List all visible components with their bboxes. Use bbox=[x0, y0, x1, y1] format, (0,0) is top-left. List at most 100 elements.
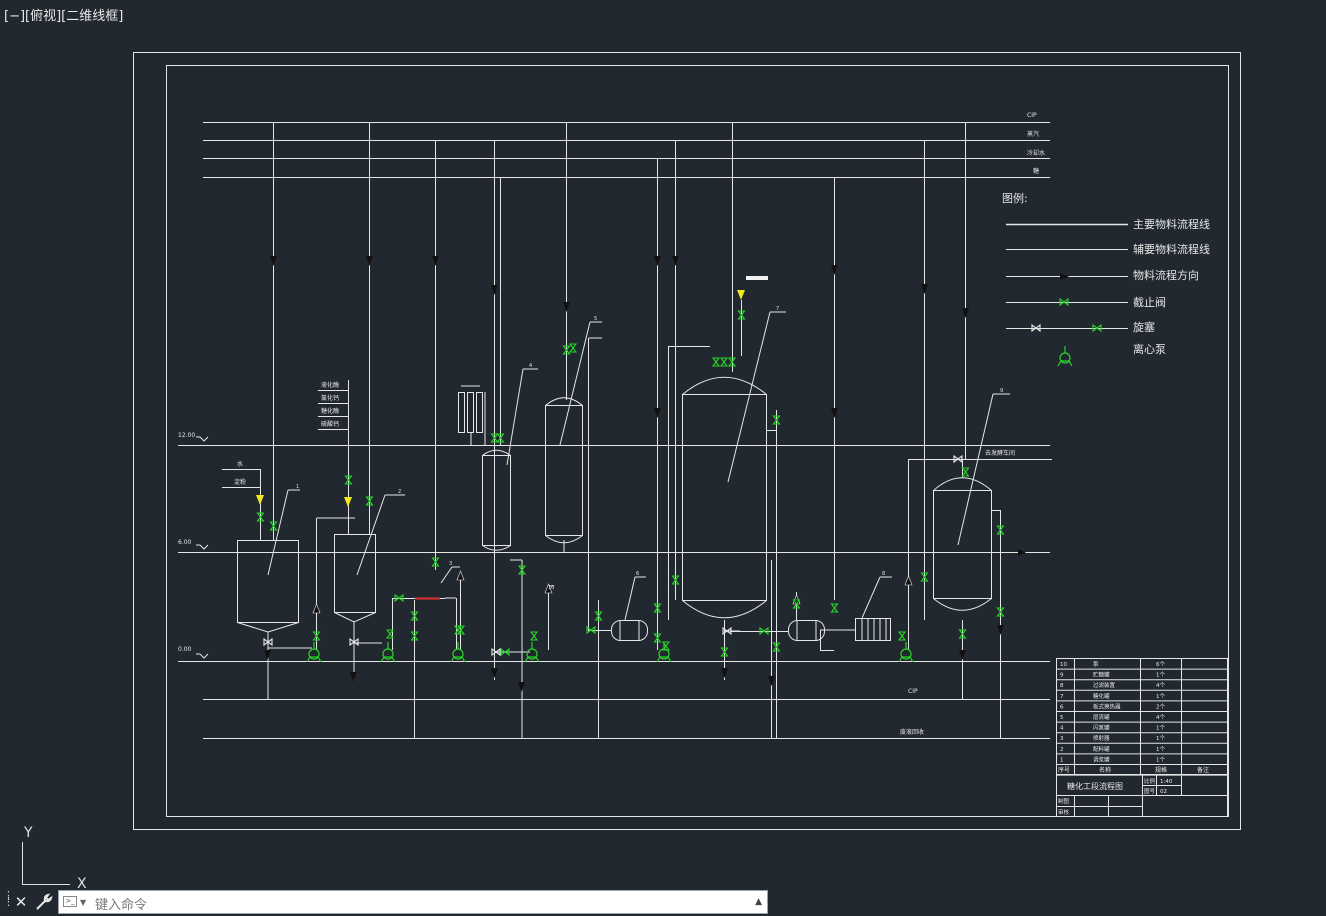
centrifugal-pump-icon bbox=[898, 642, 914, 663]
tb-drawn-by: 制图 bbox=[1058, 797, 1070, 805]
title-block-cell: 4个 bbox=[1156, 714, 1165, 721]
title-block-cell: 喷射器 bbox=[1093, 734, 1110, 742]
legend-item-plug-valve: 旋塞 bbox=[1133, 320, 1155, 334]
process-pipes bbox=[268, 575, 740, 653]
title-block-cell: 1个 bbox=[1156, 746, 1165, 753]
cad-drawing-canvas[interactable]: CIP 蒸汽 冷却水 糖 图例: 主要物料流程线 辅要物料流程线 物料流程方向 … bbox=[0, 0, 1326, 916]
additive-lines bbox=[222, 380, 349, 540]
centrifugal-pump-icon bbox=[1057, 346, 1073, 367]
tb-header-no: 序号 bbox=[1058, 766, 1070, 774]
title-block-cell: 6个 bbox=[1156, 661, 1165, 668]
utility-headers bbox=[203, 122, 1050, 178]
title-block-cell: 10 bbox=[1060, 662, 1067, 668]
close-icon[interactable]: ✕ bbox=[12, 892, 30, 912]
elevation-6: 6.00 bbox=[178, 539, 192, 546]
elevation-0: 0.00 bbox=[178, 646, 192, 653]
title-block-cell: 5 bbox=[1060, 715, 1064, 721]
tb-sheet-value: 02 bbox=[1160, 789, 1167, 795]
legend-title: 图例: bbox=[1002, 191, 1028, 205]
additive-label-3: 糖化酶 bbox=[321, 407, 339, 415]
title-block-cell: 8 bbox=[1060, 683, 1064, 689]
tb-header-name: 名称 bbox=[1099, 766, 1111, 774]
title-block-cell: 1个 bbox=[1156, 672, 1165, 679]
flow-arrows-up bbox=[312, 570, 913, 614]
tb-drawing-title: 糖化工段流程图 bbox=[1067, 781, 1123, 791]
command-line-grip-handle[interactable]: ⋮ ⋮ bbox=[3, 890, 14, 911]
chevron-up-icon[interactable]: ▲ bbox=[755, 897, 762, 907]
globe-valve-icon bbox=[568, 343, 578, 353]
tb-checked-by: 审核 bbox=[1058, 808, 1070, 816]
tag-2: 2 bbox=[398, 489, 401, 495]
nozzle-plate bbox=[746, 276, 768, 280]
title-block-cell: 1个 bbox=[1156, 693, 1165, 700]
title-block-cell: 3 bbox=[1060, 736, 1064, 742]
tag-8: 8 bbox=[882, 571, 885, 577]
additive-label-1: 液化酶 bbox=[321, 381, 339, 389]
vessel-5-laminar bbox=[545, 321, 602, 630]
pump-layer bbox=[306, 346, 1073, 663]
command-prompt-icon[interactable]: >_ bbox=[63, 896, 77, 907]
additive-label-2: 氯化钙 bbox=[321, 394, 339, 402]
globe-valve-icon bbox=[719, 357, 729, 367]
tag-10: 10 bbox=[548, 585, 554, 591]
title-block-cell: 4个 bbox=[1156, 682, 1165, 689]
elevation-12: 12.00 bbox=[178, 432, 195, 439]
title-block-rows bbox=[1056, 668, 1228, 776]
title-block-cell: 7 bbox=[1060, 694, 1064, 700]
title-block-cell: 2个 bbox=[1156, 703, 1165, 710]
tag-3: 3 bbox=[449, 561, 452, 567]
centrifugal-pump-icon bbox=[524, 642, 540, 663]
tb-header-note: 备注 bbox=[1197, 766, 1209, 774]
inner-border bbox=[166, 65, 1229, 817]
legend-arrow-icon bbox=[1060, 273, 1069, 280]
utility-label-sugar: 糖 bbox=[1033, 167, 1039, 175]
command-line-bar: ⋮ ⋮ ✕ >_ ▼ 键入命令 ▲ bbox=[0, 889, 768, 915]
tank-2-batching bbox=[316, 494, 405, 680]
title-block-cell: 1 bbox=[1060, 757, 1064, 763]
centrifugal-pump-icon bbox=[656, 642, 672, 663]
tag-7: 7 bbox=[776, 306, 779, 312]
elevation-lines bbox=[178, 436, 1050, 739]
feed-label-water: 水 bbox=[237, 460, 243, 468]
tank-1-mixing bbox=[237, 489, 300, 700]
tb-header-spec: 规格 bbox=[1155, 766, 1167, 774]
globe-valve-icon bbox=[711, 357, 721, 367]
additive-label-4: 硫酸钙 bbox=[321, 420, 339, 428]
legend-item-globe-valve: 截止阀 bbox=[1133, 295, 1166, 309]
title-block-cell: 调浆罐 bbox=[1093, 755, 1110, 763]
drop-lines bbox=[273, 122, 966, 680]
valve-layer bbox=[256, 297, 1102, 657]
filter-8 bbox=[820, 576, 892, 651]
tb-scale-label: 比例 bbox=[1144, 777, 1156, 785]
ucs-icon bbox=[22, 842, 70, 885]
title-block-cell: 9 bbox=[1060, 673, 1064, 679]
globe-valve-icon bbox=[529, 631, 539, 641]
title-block-grid bbox=[1056, 658, 1228, 817]
outlet-label-fermentation: 去发酵车间 bbox=[985, 449, 1015, 457]
title-block-cell: 4 bbox=[1060, 726, 1064, 732]
title-block-cell: 配料罐 bbox=[1093, 745, 1110, 753]
command-input-placeholder: 键入命令 bbox=[95, 898, 148, 913]
ucs-y-axis-label: Y bbox=[24, 825, 33, 841]
feed-label-starch: 淀粉 bbox=[234, 478, 246, 486]
wrench-icon[interactable] bbox=[34, 892, 54, 912]
outlet-label-cip: CIP bbox=[908, 688, 918, 695]
centrifugal-pump-icon bbox=[306, 642, 322, 663]
legend-item-aux-line: 辅要物料流程线 bbox=[1133, 242, 1210, 256]
heat-exchanger-6b bbox=[730, 592, 825, 641]
title-block-cell: 泵 bbox=[1093, 661, 1099, 668]
tb-scale-value: 1:40 bbox=[1160, 779, 1173, 785]
command-input[interactable]: >_ ▼ 键入命令 ▲ bbox=[58, 890, 768, 914]
title-block-cell: 闪蒸罐 bbox=[1093, 724, 1110, 732]
tb-sheet-label: 图号 bbox=[1144, 787, 1156, 795]
title-block-cell: 贮糖罐 bbox=[1093, 671, 1110, 679]
title-block-cell: 2 bbox=[1060, 747, 1064, 753]
heat-exchanger-6a bbox=[588, 576, 648, 738]
chevron-down-icon[interactable]: ▼ bbox=[80, 898, 86, 907]
tag-6: 6 bbox=[636, 571, 639, 577]
utility-label-steam: 蒸汽 bbox=[1027, 130, 1039, 138]
legend-item-main-line: 主要物料流程线 bbox=[1133, 217, 1210, 231]
globe-valve-icon bbox=[830, 603, 839, 613]
title-block-cell: 6 bbox=[1060, 704, 1064, 710]
outlet-label-waste: 废液回收 bbox=[900, 728, 924, 736]
